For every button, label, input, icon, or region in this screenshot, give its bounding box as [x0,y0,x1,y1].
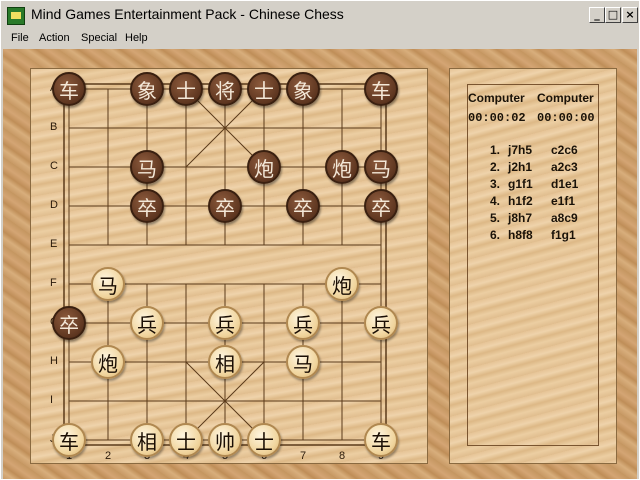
red-piece[interactable]: 兵 [286,306,320,340]
left-move: j2h1 [508,160,533,174]
red-piece[interactable]: 士 [247,423,281,457]
left-player-clock: 00:00:02 [468,111,526,125]
red-piece[interactable]: 炮 [325,267,359,301]
left-move: h1f2 [508,194,533,208]
black-piece[interactable]: 车 [52,72,86,106]
black-piece[interactable]: 士 [247,72,281,106]
rank-label: H [50,355,58,367]
move-number: 2. [490,160,501,174]
right-move: e1f1 [551,194,576,208]
move-number: 4. [490,194,501,208]
black-piece[interactable]: 马 [130,150,164,184]
red-piece[interactable]: 兵 [364,306,398,340]
red-piece[interactable]: 车 [364,423,398,457]
black-piece[interactable]: 车 [364,72,398,106]
move-panel-frame [467,84,599,446]
file-label: 2 [105,450,112,462]
move-number: 6. [490,228,501,242]
red-piece[interactable]: 相 [130,423,164,457]
red-piece[interactable]: 兵 [130,306,164,340]
black-piece[interactable]: 象 [130,72,164,106]
right-move: a8c9 [551,211,578,225]
left-move: j8h7 [508,211,533,225]
black-piece[interactable]: 卒 [208,189,242,223]
rank-label: B [50,121,58,133]
left-move: h8f8 [508,228,533,242]
move-number: 3. [490,177,501,191]
black-piece[interactable]: 卒 [364,189,398,223]
black-piece[interactable]: 象 [286,72,320,106]
black-piece[interactable]: 将 [208,72,242,106]
red-piece[interactable]: 兵 [208,306,242,340]
file-label: 7 [300,450,307,462]
right-player-clock: 00:00:00 [537,111,595,125]
file-label: 8 [339,450,346,462]
rank-label: F [50,277,57,289]
red-piece[interactable]: 马 [286,345,320,379]
rank-label: E [50,238,58,250]
black-piece[interactable]: 卒 [130,189,164,223]
red-piece[interactable]: 炮 [91,345,125,379]
right-move: a2c3 [551,160,578,174]
rank-label: D [50,199,58,211]
rank-label: C [50,160,58,172]
right-player-name: Computer [537,91,594,105]
black-piece[interactable]: 炮 [325,150,359,184]
red-piece[interactable]: 帅 [208,423,242,457]
right-move: f1g1 [551,228,576,242]
red-piece[interactable]: 车 [52,423,86,457]
red-piece[interactable]: 马 [91,267,125,301]
right-move: c2c6 [551,143,578,157]
red-piece[interactable]: 相 [208,345,242,379]
black-piece[interactable]: 马 [364,150,398,184]
black-piece[interactable]: 炮 [247,150,281,184]
black-piece[interactable]: 卒 [52,306,86,340]
left-move: g1f1 [508,177,533,191]
move-number: 5. [490,211,501,225]
move-number: 1. [490,143,501,157]
left-move: j7h5 [508,143,533,157]
black-piece[interactable]: 卒 [286,189,320,223]
red-piece[interactable]: 士 [169,423,203,457]
black-piece[interactable]: 士 [169,72,203,106]
left-player-name: Computer [468,91,525,105]
rank-label: I [50,394,54,406]
right-move: d1e1 [551,177,579,191]
